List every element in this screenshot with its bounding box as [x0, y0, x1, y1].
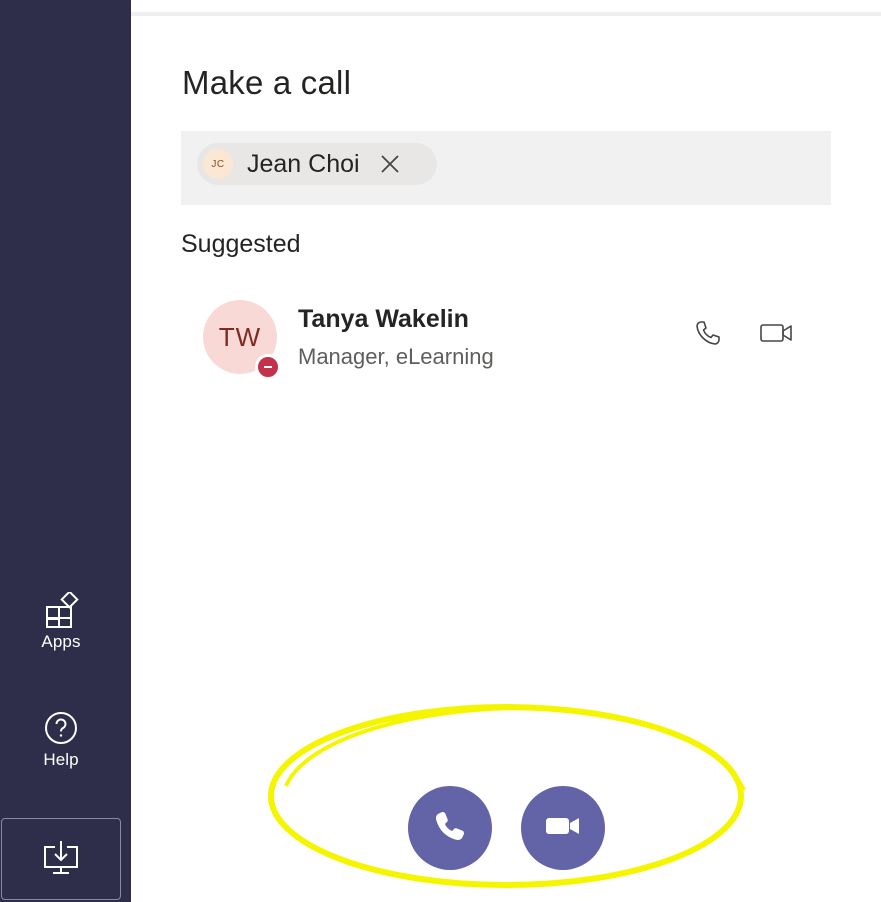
- help-icon: [43, 710, 79, 746]
- suggested-contact[interactable]: TW Tanya Wakelin Manager, eLearning: [181, 290, 831, 386]
- avatar: JC: [203, 149, 233, 179]
- people-picker-input[interactable]: JC Jean Choi: [181, 131, 831, 205]
- close-icon[interactable]: [378, 152, 402, 176]
- video-call-button[interactable]: [521, 786, 605, 870]
- video-camera-icon: [543, 811, 583, 846]
- contact-name: Tanya Wakelin: [298, 305, 469, 333]
- rail-item-label-help: Help: [43, 750, 79, 769]
- app-rail: Apps Help: [0, 0, 131, 902]
- rail-item-help[interactable]: Help: [0, 710, 122, 770]
- page-title: Make a call: [182, 64, 352, 101]
- download-icon: [41, 837, 81, 882]
- highlight-annotation: [268, 704, 746, 888]
- download-app-button[interactable]: [1, 818, 121, 900]
- presence-badge: [255, 354, 281, 380]
- phone-icon: [432, 808, 468, 849]
- audio-call-button[interactable]: [408, 786, 492, 870]
- video-camera-icon[interactable]: [757, 318, 797, 348]
- rail-item-apps[interactable]: Apps: [0, 592, 122, 652]
- rail-item-label-apps: Apps: [41, 632, 81, 651]
- suggested-heading: Suggested: [181, 230, 301, 258]
- apps-icon: [43, 592, 79, 628]
- contact-role: Manager, eLearning: [298, 344, 494, 369]
- phone-icon[interactable]: [693, 318, 723, 348]
- recipient-name: Jean Choi: [247, 149, 360, 178]
- recipient-chip[interactable]: JC Jean Choi: [197, 143, 437, 185]
- header-divider: [131, 12, 881, 16]
